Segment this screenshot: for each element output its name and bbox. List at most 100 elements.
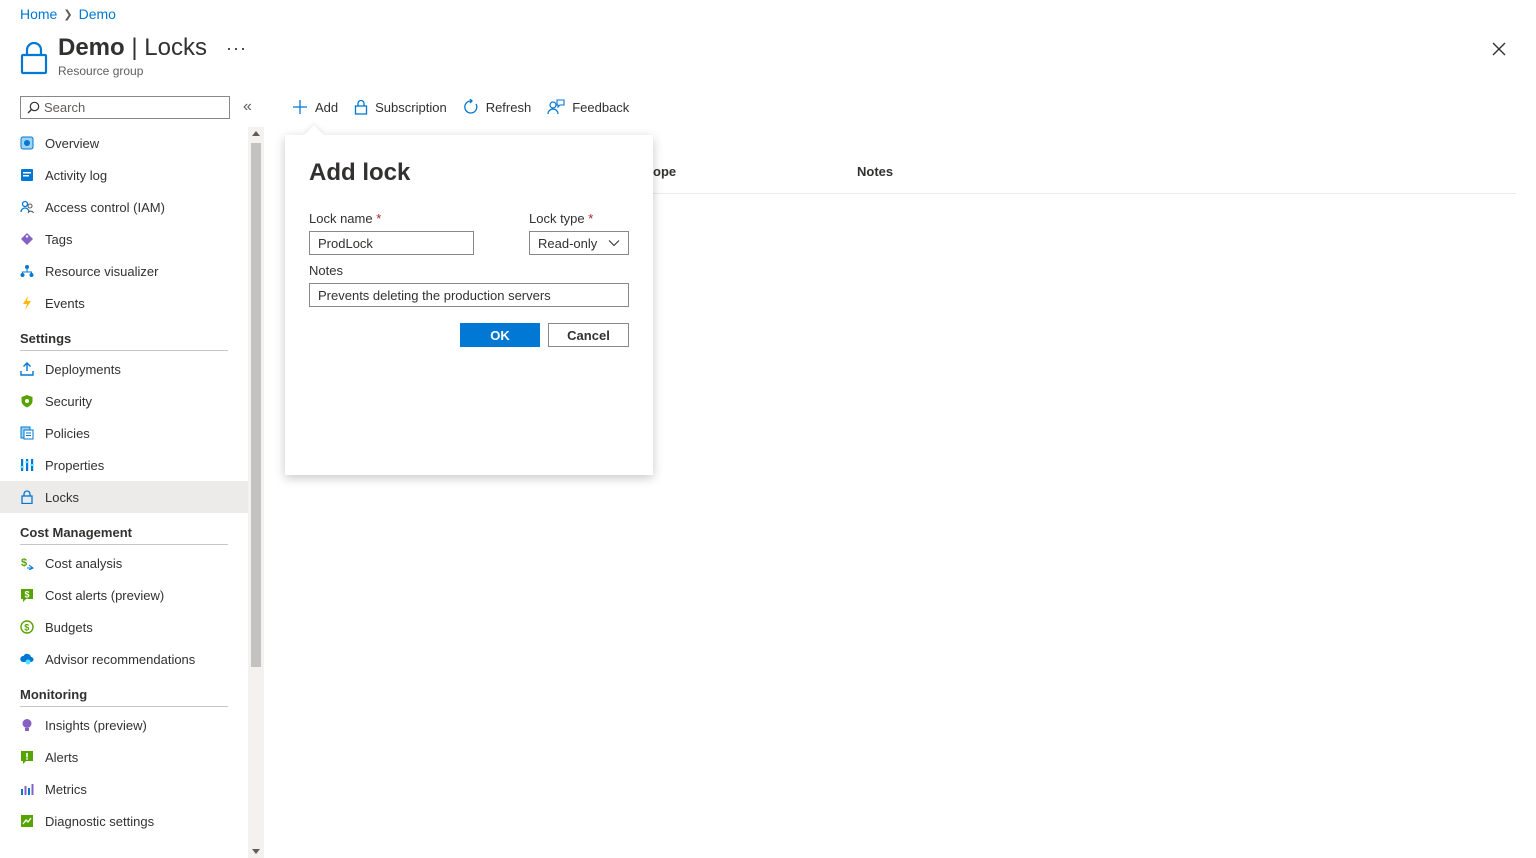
refresh-icon xyxy=(463,99,478,114)
nav-label: Tags xyxy=(45,231,73,247)
lock-name-label-text: Lock name xyxy=(309,211,373,226)
breadcrumb-home[interactable]: Home xyxy=(20,6,57,22)
nav-item-budgets[interactable]: $ Budgets xyxy=(0,611,248,643)
diagnostic-icon xyxy=(20,814,34,828)
scroll-up-icon[interactable] xyxy=(252,131,260,136)
budget-icon: $ xyxy=(20,620,34,634)
hierarchy-icon xyxy=(20,264,34,278)
nav-item-iam[interactable]: Access control (IAM) xyxy=(0,191,248,223)
callout-beak xyxy=(304,125,324,145)
notes-label: Notes xyxy=(309,263,343,278)
nav-scrollbar[interactable] xyxy=(248,127,264,858)
search-icon xyxy=(27,101,40,114)
nav-label: Cost analysis xyxy=(45,555,123,571)
more-options-icon[interactable]: ··· xyxy=(226,38,247,59)
subscription-label: Subscription xyxy=(375,99,447,115)
column-header-scope[interactable]: ope xyxy=(653,164,676,179)
notes-field[interactable] xyxy=(309,283,629,307)
lightning-icon xyxy=(20,296,34,310)
resource-name: Demo xyxy=(58,34,125,61)
nav-item-resource-visualizer[interactable]: Resource visualizer xyxy=(0,255,248,287)
nav-item-properties[interactable]: Properties xyxy=(0,449,248,481)
add-lock-dialog: Add lock Lock name * Lock type * Read-on… xyxy=(285,125,653,475)
collapse-menu-icon[interactable]: « xyxy=(243,98,252,116)
lock-icon xyxy=(20,41,48,75)
cancel-button[interactable]: Cancel xyxy=(548,323,629,347)
nav-item-activity-log[interactable]: Activity log xyxy=(0,159,248,191)
refresh-button[interactable]: Refresh xyxy=(463,99,532,115)
page-subtitle: Resource group xyxy=(58,64,144,78)
search-box[interactable] xyxy=(20,96,230,119)
nav-item-alerts[interactable]: Alerts xyxy=(0,741,248,773)
dialog-title: Add lock xyxy=(309,159,411,186)
nav-item-diagnostic-settings[interactable]: Diagnostic settings xyxy=(0,805,248,837)
feedback-label: Feedback xyxy=(572,99,630,115)
refresh-label: Refresh xyxy=(485,99,532,115)
nav-item-policies[interactable]: Policies xyxy=(0,417,248,449)
nav-label: Events xyxy=(45,295,85,311)
nav-item-deployments[interactable]: Deployments xyxy=(0,353,248,385)
tag-icon xyxy=(20,232,34,246)
nav-item-security[interactable]: Security xyxy=(0,385,248,417)
required-mark: * xyxy=(588,211,594,226)
nav-label: Budgets xyxy=(45,619,93,635)
breadcrumb-demo[interactable]: Demo xyxy=(79,6,116,22)
subscription-button[interactable]: Subscription xyxy=(354,99,447,115)
nav-label: Overview xyxy=(45,135,100,151)
nav-item-overview[interactable]: Overview xyxy=(0,127,248,159)
scroll-down-icon[interactable] xyxy=(252,849,260,854)
nav-item-insights[interactable]: Insights (preview) xyxy=(0,709,248,741)
command-bar: Add Subscription Refresh Feedback xyxy=(292,96,629,118)
activity-log-icon xyxy=(20,168,34,182)
divider xyxy=(20,706,228,707)
people-icon xyxy=(20,200,34,214)
nav-item-events[interactable]: Events xyxy=(0,287,248,319)
lock-icon xyxy=(20,490,34,504)
lightbulb-icon xyxy=(20,718,34,732)
chevron-right-icon: ❯ xyxy=(63,8,73,21)
metrics-chart-icon xyxy=(20,782,34,796)
lock-type-label-text: Lock type xyxy=(529,211,585,226)
scrollbar-thumb[interactable] xyxy=(251,143,261,667)
lock-name-field[interactable] xyxy=(309,231,474,255)
nav-item-metrics[interactable]: Metrics xyxy=(0,773,248,805)
lock-name-label: Lock name * xyxy=(309,211,381,226)
nav-label: Locks xyxy=(45,489,79,505)
plus-icon xyxy=(293,100,307,114)
alert-icon xyxy=(20,750,34,764)
add-label: Add xyxy=(315,99,339,115)
upload-icon xyxy=(20,362,34,376)
lock-icon xyxy=(354,99,368,115)
add-button[interactable]: Add xyxy=(292,99,338,115)
lock-type-dropdown[interactable]: Read-only xyxy=(529,231,629,255)
lock-name-input[interactable] xyxy=(310,232,473,254)
section-settings: Settings xyxy=(20,330,72,346)
cost-analysis-icon: $ xyxy=(20,556,34,570)
properties-icon xyxy=(20,458,34,472)
close-icon[interactable] xyxy=(1490,40,1508,58)
nav-item-locks[interactable]: Locks xyxy=(0,481,248,513)
search-input[interactable] xyxy=(44,100,214,115)
breadcrumb: Home ❯ Demo xyxy=(20,6,116,22)
nav-label: Metrics xyxy=(45,781,87,797)
feedback-button[interactable]: Feedback xyxy=(547,99,629,115)
column-header-notes[interactable]: Notes xyxy=(857,164,893,179)
notes-input[interactable] xyxy=(310,284,628,306)
nav-label: Policies xyxy=(45,425,90,441)
locks-table-header: ope Notes xyxy=(653,162,1516,194)
nav-item-tags[interactable]: Tags xyxy=(0,223,248,255)
advisor-cloud-icon xyxy=(20,652,34,666)
nav-item-advisor[interactable]: Advisor recommendations xyxy=(0,643,248,675)
ok-button[interactable]: OK xyxy=(460,323,540,347)
nav-label: Security xyxy=(45,393,92,409)
page-header: Demo | Locks Resource group xyxy=(20,34,207,78)
shield-icon xyxy=(20,394,34,408)
nav-item-cost-alerts[interactable]: $ Cost alerts (preview) xyxy=(0,579,248,611)
nav-item-cost-analysis[interactable]: $ Cost analysis xyxy=(0,547,248,579)
nav-label: Resource visualizer xyxy=(45,263,159,279)
nav-label: Access control (IAM) xyxy=(45,199,165,215)
left-nav: Overview Activity log Access control (IA… xyxy=(0,127,248,837)
title-separator: | xyxy=(124,34,145,61)
section-cost-management: Cost Management xyxy=(20,524,132,540)
policy-icon xyxy=(20,426,34,440)
